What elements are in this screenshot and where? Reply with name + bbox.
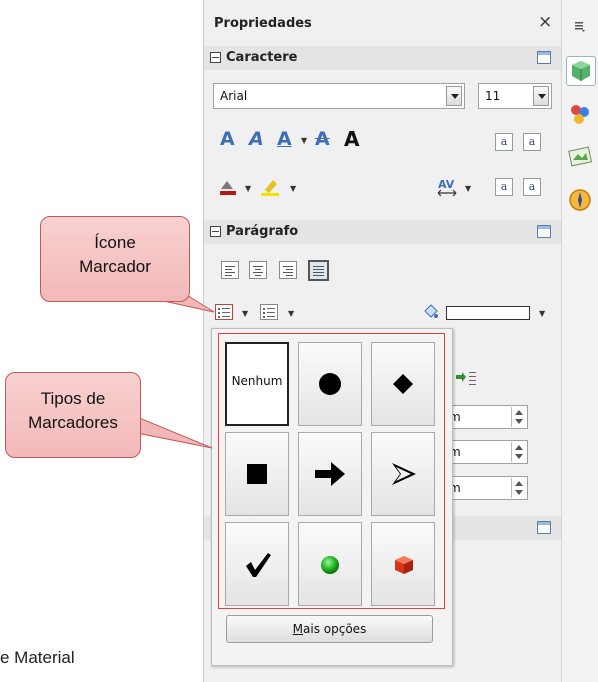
callout-bullet-icon-line1: Ícone [94, 233, 136, 252]
callout-bullet-types-line1: Tipos de [40, 389, 106, 408]
callout-bullet-types-line2: Marcadores [28, 413, 118, 432]
callout-bullet-types: Tipos de Marcadores [5, 372, 141, 458]
background-document-text: e Material [0, 648, 75, 667]
callout-pointers [118, 271, 215, 449]
callout-bullet-icon: Ícone Marcador [40, 216, 190, 302]
callout-bullet-icon-line2: Marcador [79, 257, 151, 276]
